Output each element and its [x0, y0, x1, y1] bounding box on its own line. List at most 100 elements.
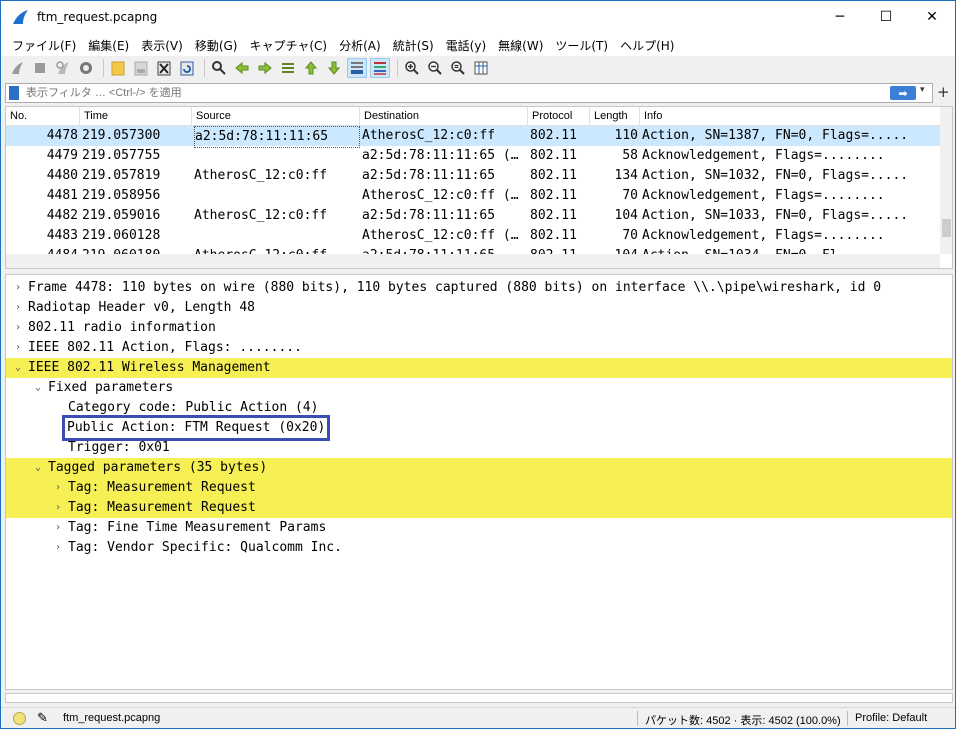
filter-bookmark-icon[interactable]: [9, 86, 19, 100]
tree-item[interactable]: › IEEE 802.11 Action, Flags: ........: [6, 338, 952, 358]
menu-view[interactable]: 表示(V): [136, 37, 188, 54]
resize-columns-icon[interactable]: [471, 58, 491, 78]
display-filter-input[interactable]: [26, 85, 886, 101]
tree-item[interactable]: › Tag: Measurement Request: [6, 498, 952, 518]
colorize-icon[interactable]: [370, 58, 390, 78]
cell-no: 4478: [46, 128, 78, 143]
column-header-no[interactable]: No.: [6, 107, 80, 126]
zoom-out-icon[interactable]: [425, 58, 445, 78]
tree-item-label: 802.11 radio information: [28, 320, 216, 335]
maximize-button[interactable]: ☐: [863, 1, 909, 33]
restart-capture-icon[interactable]: [53, 58, 73, 78]
menu-telephony[interactable]: 電話(y): [441, 37, 491, 54]
menu-edit[interactable]: 編集(E): [83, 37, 134, 54]
tree-item[interactable]: › Tag: Fine Time Measurement Params: [6, 518, 952, 538]
menu-tools[interactable]: ツール(T): [550, 37, 613, 54]
close-file-icon[interactable]: [154, 58, 174, 78]
column-header-info[interactable]: Info: [640, 107, 940, 126]
cell-dst: a2:5d:78:11:11:65: [362, 208, 496, 223]
zoom-normal-icon[interactable]: [448, 58, 468, 78]
cell-time: 219.057755: [82, 148, 161, 163]
auto-scroll-icon[interactable]: [347, 58, 367, 78]
go-to-packet-icon[interactable]: [278, 58, 298, 78]
find-packet-icon[interactable]: [209, 58, 229, 78]
go-forward-icon[interactable]: [255, 58, 275, 78]
expand-arrow-icon[interactable]: ›: [52, 518, 64, 538]
expert-info-indicator-icon[interactable]: [13, 712, 26, 725]
table-row[interactable]: 4484 219.060180AtherosC_12:c0:ffa2:5d:78:…: [6, 246, 940, 254]
tree-item[interactable]: › Tag: Vendor Specific: Qualcomm Inc.: [6, 538, 952, 558]
menu-wireless[interactable]: 無線(W): [493, 37, 548, 54]
go-back-icon[interactable]: [232, 58, 252, 78]
column-header-protocol[interactable]: Protocol: [528, 107, 590, 126]
wireshark-fin-icon: [13, 10, 28, 24]
menu-statistics[interactable]: 統計(S): [388, 37, 439, 54]
collapse-arrow-icon[interactable]: ⌄: [12, 358, 24, 378]
expand-arrow-icon[interactable]: ›: [12, 338, 24, 358]
tree-item[interactable]: Public Action: FTM Request (0x20): [6, 415, 952, 441]
go-last-icon[interactable]: [324, 58, 344, 78]
expand-arrow-icon[interactable]: ›: [52, 498, 64, 518]
tree-item[interactable]: Trigger: 0x01: [6, 438, 952, 458]
cell-proto: 802.11: [530, 128, 577, 143]
menu-bar: ファイル(F) 編集(E) 表示(V) 移動(G) キャプチャ(C) 分析(A)…: [1, 34, 955, 56]
apply-filter-button[interactable]: ➡: [890, 86, 916, 100]
tree-item[interactable]: › Frame 4478: 110 bytes on wire (880 bits…: [6, 278, 952, 298]
start-capture-icon[interactable]: [7, 58, 27, 78]
tree-item-label: Fixed parameters: [48, 380, 174, 395]
scrollbar-thumb[interactable]: [942, 219, 951, 237]
collapse-arrow-icon[interactable]: ⌄: [32, 378, 44, 398]
tree-item[interactable]: ⌄ Tagged parameters (35 bytes): [6, 458, 952, 478]
capture-comment-icon[interactable]: ✎: [37, 710, 48, 726]
capture-options-icon[interactable]: [76, 58, 96, 78]
go-first-icon[interactable]: [301, 58, 321, 78]
filter-history-dropdown[interactable]: ▾: [920, 85, 925, 95]
packet-list-hscrollbar[interactable]: [6, 254, 940, 268]
menu-capture[interactable]: キャプチャ(C): [244, 37, 332, 54]
column-header-source[interactable]: Source: [192, 107, 360, 126]
menu-file[interactable]: ファイル(F): [7, 37, 81, 54]
collapse-arrow-icon[interactable]: ⌄: [32, 458, 44, 478]
expand-arrow-icon[interactable]: ›: [52, 538, 64, 558]
tree-item[interactable]: › Tag: Measurement Request: [6, 478, 952, 498]
cell-proto: 802.11: [530, 208, 577, 223]
tree-item-label: Tag: Fine Time Measurement Params: [68, 520, 327, 535]
tree-item-label: IEEE 802.11 Wireless Management: [28, 360, 271, 375]
tree-item[interactable]: › 802.11 radio information: [6, 318, 952, 338]
tree-item[interactable]: ⌄ IEEE 802.11 Wireless Management: [6, 358, 952, 378]
tree-item-label: Radiotap Header v0, Length 48: [28, 300, 255, 315]
expand-arrow-icon[interactable]: ›: [12, 278, 24, 298]
expand-arrow-icon[interactable]: ›: [52, 478, 64, 498]
zoom-in-icon[interactable]: [402, 58, 422, 78]
tree-item[interactable]: › Radiotap Header v0, Length 48: [6, 298, 952, 318]
packet-list-vscrollbar[interactable]: [940, 107, 952, 254]
close-button[interactable]: ✕: [909, 1, 955, 33]
stop-capture-icon[interactable]: [30, 58, 50, 78]
table-row[interactable]: 4478 219.057300 a2:5d:78:11:11:65 AtherosC_…: [6, 126, 940, 148]
menu-help[interactable]: ヘルプ(H): [615, 37, 679, 54]
cell-len: 70: [622, 188, 638, 203]
add-filter-button[interactable]: +: [937, 83, 950, 101]
minimize-button[interactable]: ─: [817, 1, 863, 33]
table-row[interactable]: 4482 219.059016 AtherosC_12:c0:ff a2:5d:78:…: [6, 206, 940, 226]
table-row[interactable]: 4479 219.057755 a2:5d:78:11:11:65 (… 802.11…: [6, 146, 940, 166]
expand-arrow-icon[interactable]: ›: [12, 298, 24, 318]
profile-indicator[interactable]: Profile: Default: [855, 712, 927, 724]
save-file-icon[interactable]: [131, 58, 151, 78]
open-file-icon[interactable]: [108, 58, 128, 78]
menu-go[interactable]: 移動(G): [190, 37, 243, 54]
reload-file-icon[interactable]: [177, 58, 197, 78]
table-row[interactable]: 4483 219.060128 AtherosC_12:c0:ff (… 802.11…: [6, 226, 940, 246]
column-header-length[interactable]: Length: [590, 107, 640, 126]
cell-len: 58: [622, 148, 638, 163]
table-row[interactable]: 4481 219.058956 AtherosC_12:c0:ff (… 802.11…: [6, 186, 940, 206]
packet-details-pane: › Frame 4478: 110 bytes on wire (880 bits…: [5, 274, 953, 690]
cell-no: 4480: [46, 168, 78, 183]
expand-arrow-icon[interactable]: ›: [12, 318, 24, 338]
packet-list-rows: 4478 219.057300 a2:5d:78:11:11:65 AtherosC_…: [6, 126, 940, 254]
menu-analyze[interactable]: 分析(A): [334, 37, 386, 54]
column-header-time[interactable]: Time: [80, 107, 192, 126]
table-row[interactable]: 4480 219.057819 AtherosC_12:c0:ff a2:5d:78:…: [6, 166, 940, 186]
tree-item[interactable]: ⌄ Fixed parameters: [6, 378, 952, 398]
column-header-destination[interactable]: Destination: [360, 107, 528, 126]
